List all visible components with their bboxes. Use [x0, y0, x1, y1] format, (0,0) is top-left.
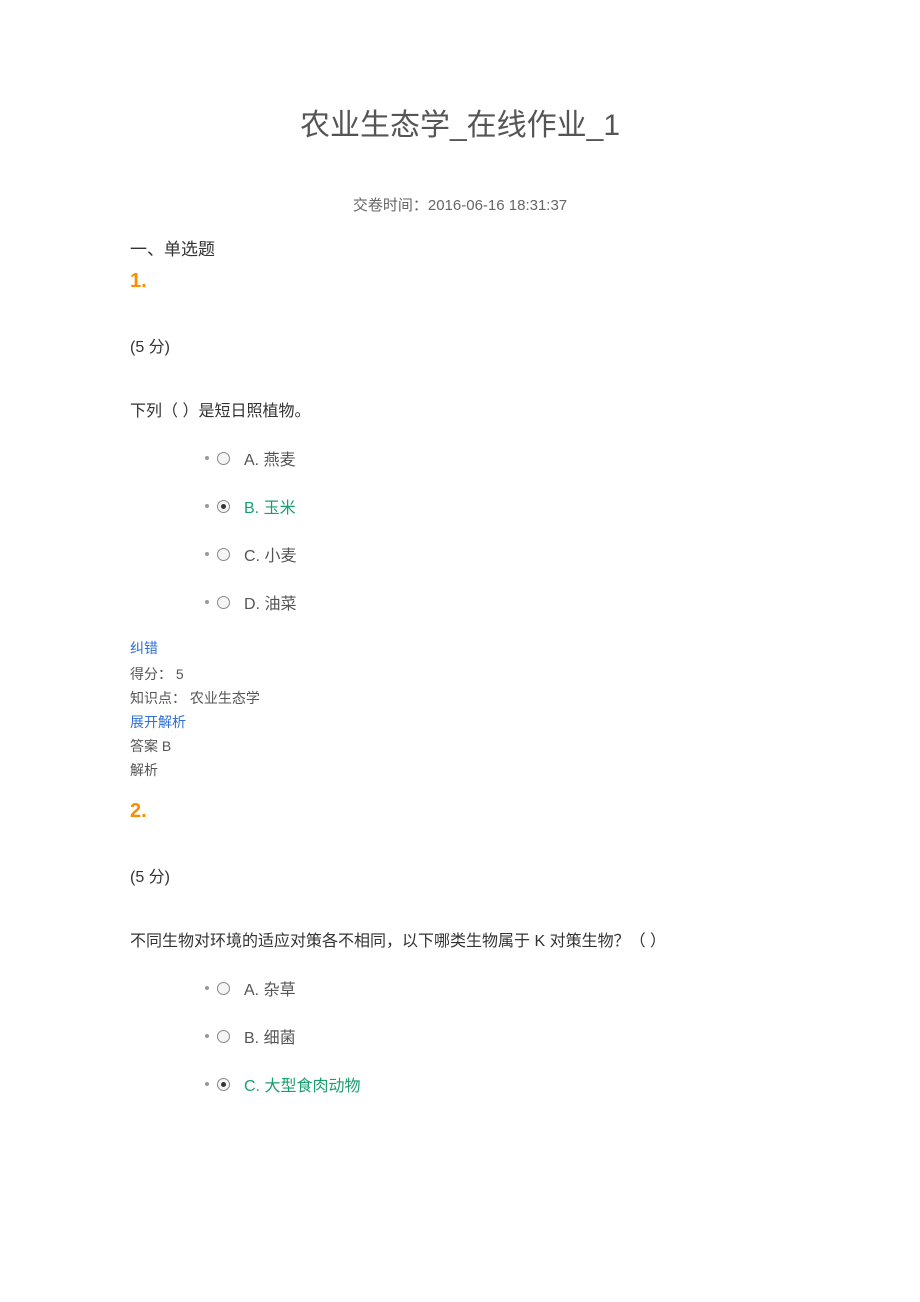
option-item[interactable]: C. 大型食肉动物 [205, 1072, 790, 1096]
bullet-icon [205, 456, 209, 460]
option-item[interactable]: B. 细菌 [205, 1024, 790, 1048]
kpoint-line: 知识点： 农业生态学 [130, 688, 790, 708]
bullet-icon [205, 1034, 209, 1038]
radio-icon [217, 452, 230, 465]
option-label: C. 小麦 [244, 542, 296, 566]
section-heading: 一、单选题 [130, 235, 790, 260]
options-list: A. 燕麦 B. 玉米 C. 小麦 D. 油菜 [130, 446, 790, 614]
submit-time-label: 交卷时间： [353, 197, 428, 214]
question-block: 2. (5 分) 不同生物对环境的适应对策各不相同，以下哪类生物属于 K 对策生… [130, 800, 790, 1096]
question-number: 2. [130, 800, 790, 823]
page-title: 农业生态学_在线作业_1 [130, 100, 790, 144]
option-label: B. 细菌 [244, 1024, 296, 1048]
radio-icon [217, 596, 230, 609]
radio-icon [217, 1078, 230, 1091]
bullet-icon [205, 552, 209, 556]
option-item[interactable]: B. 玉米 [205, 494, 790, 518]
option-label: A. 杂草 [244, 976, 296, 1000]
question-block: 1. (5 分) 下列（ ）是短日照植物。 A. 燕麦 B. 玉米 C. 小麦 … [130, 270, 790, 614]
answer-line: 答案 B [130, 736, 790, 756]
question-number: 1. [130, 270, 790, 293]
option-item[interactable]: D. 油菜 [205, 590, 790, 614]
bullet-icon [205, 1082, 209, 1086]
option-label: D. 油菜 [244, 590, 296, 614]
options-list: A. 杂草 B. 细菌 C. 大型食肉动物 [130, 976, 790, 1096]
correction-link[interactable]: 纠错 [130, 638, 790, 658]
radio-icon [217, 1030, 230, 1043]
submit-time-value: 2016-06-16 18:31:37 [428, 197, 567, 214]
submit-time: 交卷时间：2016-06-16 18:31:37 [130, 194, 790, 215]
bullet-icon [205, 986, 209, 990]
radio-icon [217, 500, 230, 513]
question-points: (5 分) [130, 863, 790, 887]
option-item[interactable]: A. 杂草 [205, 976, 790, 1000]
bullet-icon [205, 504, 209, 508]
radio-icon [217, 548, 230, 561]
question-points: (5 分) [130, 333, 790, 357]
expand-analysis-link[interactable]: 展开解析 [130, 712, 790, 732]
radio-icon [217, 982, 230, 995]
score-line: 得分： 5 [130, 664, 790, 684]
question-text: 不同生物对环境的适应对策各不相同，以下哪类生物属于 K 对策生物？（ ） [130, 927, 790, 951]
meta-block: 纠错 得分： 5 知识点： 农业生态学 展开解析 答案 B 解析 [130, 638, 790, 780]
question-text: 下列（ ）是短日照植物。 [130, 397, 790, 421]
analysis-line: 解析 [130, 760, 790, 780]
option-label: A. 燕麦 [244, 446, 296, 470]
bullet-icon [205, 600, 209, 604]
option-item[interactable]: A. 燕麦 [205, 446, 790, 470]
option-label: B. 玉米 [244, 494, 296, 518]
option-item[interactable]: C. 小麦 [205, 542, 790, 566]
option-label: C. 大型食肉动物 [244, 1072, 360, 1096]
